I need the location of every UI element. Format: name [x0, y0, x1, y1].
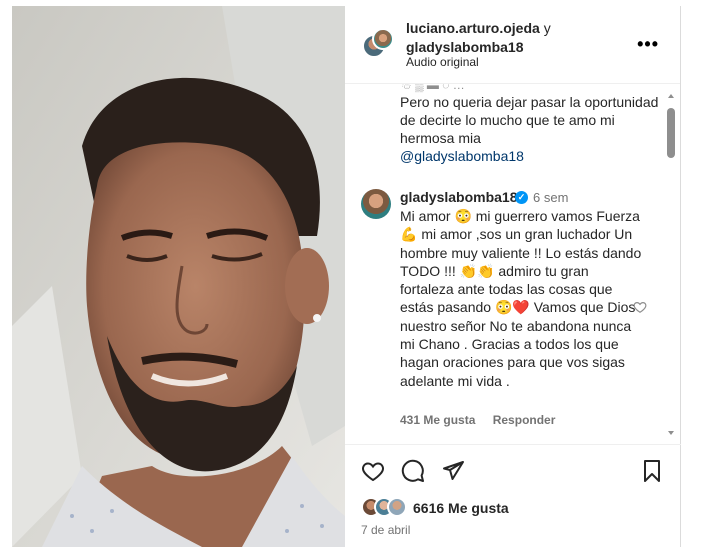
mention-link[interactable]: @gladyslabomba18 [400, 147, 660, 165]
audio-link[interactable]: Audio original [406, 55, 479, 69]
share-paper-plane-icon[interactable] [441, 459, 465, 483]
save-bookmark-icon[interactable] [640, 459, 664, 483]
video-frame-illustration [12, 6, 345, 547]
owners-joiner: y [543, 20, 551, 36]
scroll-down-arrow-icon[interactable] [667, 429, 675, 437]
verified-badge-icon: ✓ [515, 191, 528, 204]
collab-avatars[interactable] [362, 28, 394, 60]
comment-body: Pero no queria dejar pasar la oportunida… [400, 94, 659, 146]
avatar[interactable] [361, 189, 391, 219]
reply-button[interactable]: Responder [493, 413, 556, 427]
scroll-up-arrow-icon[interactable] [667, 92, 675, 100]
post-likes-count[interactable]: 6616 Me gusta [413, 500, 509, 516]
comment-bubble-icon[interactable] [401, 459, 425, 483]
comment-likes-count[interactable]: 431 Me gusta [400, 413, 475, 427]
comment-username[interactable]: gladyslabomba18 [400, 189, 518, 205]
comment-timestamp[interactable]: 6 sem [533, 190, 568, 205]
heart-outline-icon[interactable] [633, 300, 647, 314]
post-owners: luciano.arturo.ojeda y gladyslabomba18 [406, 19, 551, 57]
comments-list: ☃ ▒ ▬ ◌ … Pero no queria dejar pasar la … [345, 84, 681, 444]
owner-username-link[interactable]: luciano.arturo.ojeda [406, 20, 540, 36]
post-date[interactable]: 7 de abril [361, 523, 410, 537]
owner-username-link[interactable]: gladyslabomba18 [406, 39, 524, 55]
post-side-panel: luciano.arturo.ojeda y gladyslabomba18 A… [345, 6, 681, 547]
avatar [387, 497, 407, 517]
post-footer: 6616 Me gusta 7 de abril [345, 444, 681, 547]
emoji-strip: ☃ ▒ ▬ ◌ … [401, 84, 465, 92]
comment-text: Mi amor 😳 mi guerrero vamos Fuerza 💪 mi … [400, 208, 642, 389]
comment-text: Pero no queria dejar pasar la oportunida… [400, 93, 660, 165]
like-heart-icon[interactable] [361, 459, 385, 483]
more-horizontal-icon[interactable]: ••• [637, 34, 659, 55]
post-video[interactable] [12, 6, 345, 547]
comment-meta: 431 Me gusta Responder [400, 413, 569, 427]
post-header: luciano.arturo.ojeda y gladyslabomba18 A… [345, 6, 680, 84]
scrollbar-thumb[interactable] [667, 108, 675, 158]
avatar[interactable] [372, 28, 394, 50]
